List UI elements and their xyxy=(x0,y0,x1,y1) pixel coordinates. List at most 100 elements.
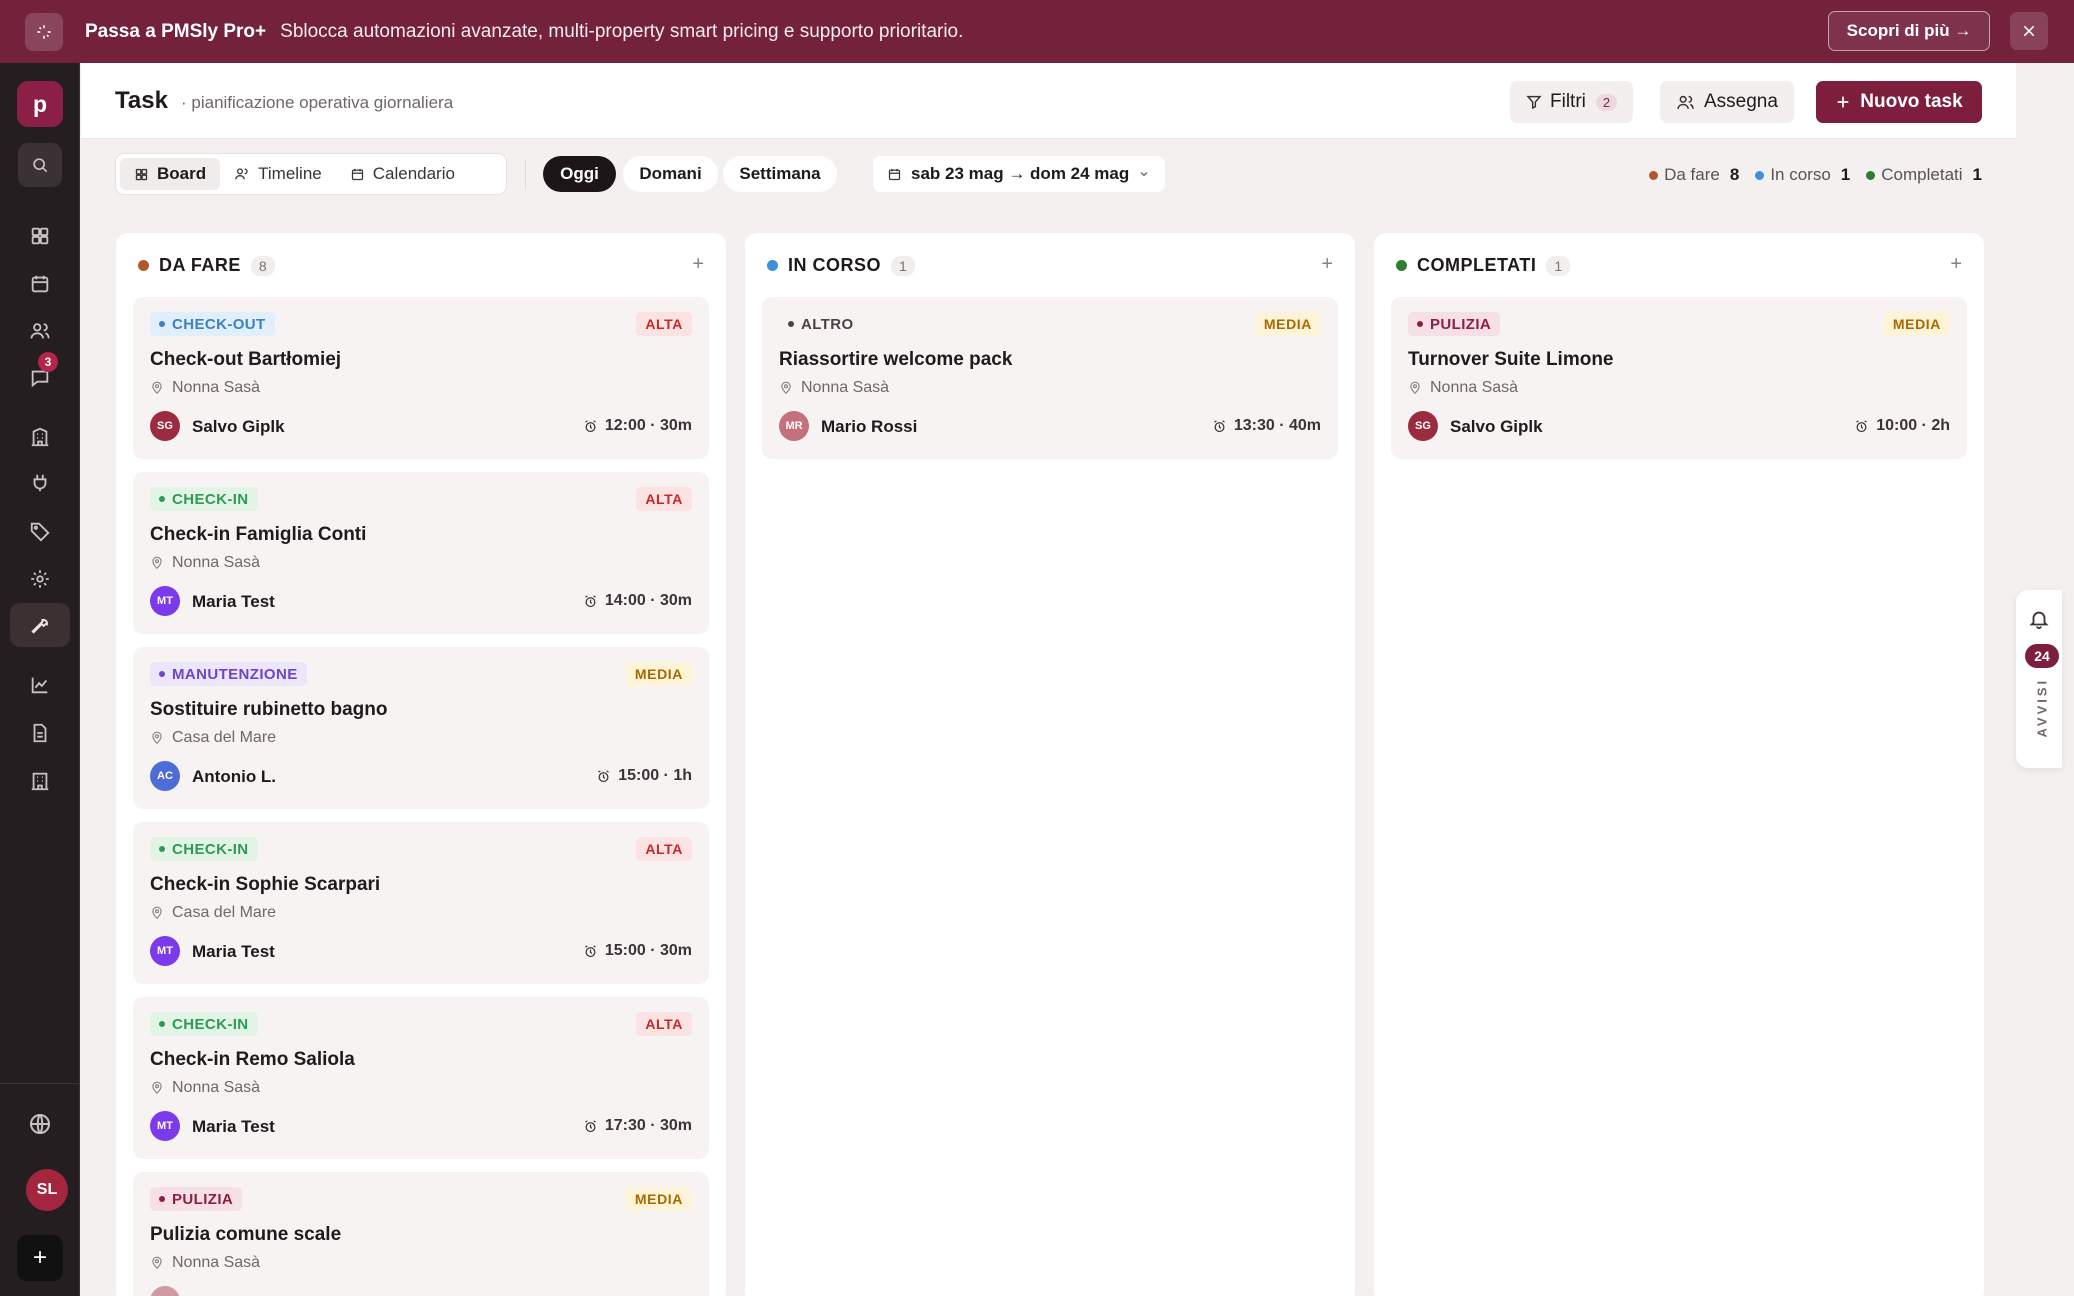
kanban-column: IN CORSO 1 + ALTRO MEDIA Riassortire welcome … xyxy=(745,233,1355,1296)
task-card[interactable]: PULIZIA MEDIA Turnover Suite Limone Nonna S… xyxy=(1391,297,1967,459)
sidebar-item-reports[interactable] xyxy=(18,663,62,707)
assignee-name: Salvo Giplk xyxy=(1450,417,1543,436)
column-header: IN CORSO 1 xyxy=(767,255,915,276)
user-avatar[interactable]: SL xyxy=(26,1169,68,1211)
task-location: Casa del Mare xyxy=(150,904,276,922)
legend-count: 1 xyxy=(1840,165,1851,184)
sidebar-item-pricing[interactable] xyxy=(18,509,62,553)
task-time-label: 14:00 · 30m xyxy=(604,592,692,609)
task-card[interactable]: CHECK-IN ALTA Check-in Sophie Scarpari Casa… xyxy=(133,822,709,984)
legend-label: In corso xyxy=(1770,165,1831,184)
task-card[interactable]: CHECK-IN ALTA Check-in Remo Saliola Nonna S… xyxy=(133,997,709,1159)
close-banner-button[interactable] xyxy=(2010,12,2048,50)
assignee-name: Salvo Giplk xyxy=(192,417,285,436)
new-task-button[interactable]: Nuovo task xyxy=(1816,81,1982,123)
task-type-tag: ALTRO xyxy=(779,312,863,336)
task-title: Check-in Famiglia Conti xyxy=(150,524,367,545)
search-button[interactable] xyxy=(18,143,62,187)
column-title: DA FARE xyxy=(159,255,241,275)
tag-icon xyxy=(30,522,50,542)
page-header: Task · pianificazione operativa giornali… xyxy=(81,63,2016,139)
location-pin-icon xyxy=(152,556,162,570)
tab-timeline[interactable]: Timeline xyxy=(220,158,336,190)
discover-more-button[interactable]: Scopri di più → xyxy=(1828,11,1990,51)
alarm-clock-icon xyxy=(584,944,596,957)
filters-label: Filtri xyxy=(1550,91,1586,112)
column-title: IN CORSO xyxy=(788,255,882,275)
column-title: COMPLETATI xyxy=(1417,255,1537,275)
location-pin-icon xyxy=(152,1256,162,1270)
sidebar-item-properties[interactable] xyxy=(18,415,62,459)
task-card[interactable]: PULIZIA MEDIA Pulizia comune scale Nonna Sa… xyxy=(133,1172,709,1296)
column-count: 1 xyxy=(1546,255,1571,276)
sidebar-item-settings[interactable] xyxy=(18,557,62,601)
assignee-name: Maria Test xyxy=(192,592,275,611)
task-card[interactable]: MANUTENZIONE MEDIA Sostituire rubinetto ba… xyxy=(133,647,709,809)
sidebar-item-guests[interactable] xyxy=(18,309,62,353)
priority-badge: ALTA xyxy=(636,1012,692,1036)
users-icon xyxy=(1677,95,1694,109)
period-week[interactable]: Settimana xyxy=(723,156,837,192)
kanban-column: COMPLETATI 1 + PULIZIA MEDIA Turnover Suite L… xyxy=(1374,233,1984,1296)
grid-icon xyxy=(31,227,49,245)
alarm-clock-icon xyxy=(584,419,596,432)
sidebar-item-messages[interactable]: 3 xyxy=(18,352,62,400)
sidebar-item-integrations[interactable] xyxy=(18,461,62,505)
task-time: 10:00 · 2h xyxy=(1854,417,1950,435)
banner-title: Passa a PMSly Pro+ xyxy=(85,20,267,42)
location-pin-icon xyxy=(152,1081,162,1095)
task-location-label: Nonna Sasà xyxy=(801,379,890,396)
task-type-label: PULIZIA xyxy=(172,1190,234,1208)
upgrade-banner: Passa a PMSly Pro+ Sblocca automazioni a… xyxy=(0,0,2074,63)
task-time-label: 15:00 · 1h xyxy=(618,767,692,784)
tag-dot xyxy=(159,496,165,502)
column-add-button[interactable]: + xyxy=(1950,253,1962,276)
status-legend: Da fare 8 In corso 1 Completati 1 xyxy=(1649,165,1982,185)
task-title: Riassortire welcome pack xyxy=(779,349,1013,370)
app-logo[interactable]: p xyxy=(17,81,63,127)
sidebar-item-calendar[interactable] xyxy=(18,262,62,306)
gear-icon xyxy=(31,570,49,588)
column-add-button[interactable]: + xyxy=(692,253,704,276)
location-pin-icon xyxy=(152,731,162,745)
task-time-label: 17:30 · 30m xyxy=(604,1117,692,1134)
notifications-tab[interactable]: 24 AVVISI xyxy=(2016,590,2062,768)
task-location: Nonna Sasà xyxy=(150,1079,260,1097)
view-switcher: Board Timeline Calendario xyxy=(115,153,507,195)
tag-dot xyxy=(788,321,794,327)
column-add-button[interactable]: + xyxy=(1321,253,1333,276)
tab-calendar[interactable]: Calendario xyxy=(336,158,469,190)
filters-count: 2 xyxy=(1595,93,1618,111)
task-card[interactable]: CHECK-OUT ALTA Check-out Bartłomiej Nonna S… xyxy=(133,297,709,459)
column-header: DA FARE 8 xyxy=(138,255,275,276)
tab-board[interactable]: Board xyxy=(120,158,221,190)
sidebar-item-accommodations[interactable] xyxy=(18,759,62,803)
period-tomorrow[interactable]: Domani xyxy=(623,156,718,192)
tag-dot xyxy=(159,846,165,852)
task-location-label: Nonna Sasà xyxy=(172,554,261,571)
assign-button[interactable]: Assegna xyxy=(1660,81,1794,123)
period-today[interactable]: Oggi xyxy=(543,156,616,192)
sidebar-item-dashboard[interactable] xyxy=(18,214,62,258)
task-card[interactable]: CHECK-IN ALTA Check-in Famiglia Conti Nonna… xyxy=(133,472,709,634)
tab-board-label: Board xyxy=(157,164,207,183)
task-card[interactable]: ALTRO MEDIA Riassortire welcome pack Nonna … xyxy=(762,297,1338,459)
calendar-icon xyxy=(351,168,363,180)
sidebar-item-documents[interactable] xyxy=(18,711,62,755)
task-time: 15:00 · 30m xyxy=(583,942,692,960)
quick-add-button[interactable]: + xyxy=(17,1235,63,1281)
location-pin-icon xyxy=(152,906,162,920)
filters-button[interactable]: Filtri 2 xyxy=(1510,81,1634,123)
priority-badge: ALTA xyxy=(636,487,692,511)
column-count: 8 xyxy=(250,255,275,276)
tab-calendar-label: Calendario xyxy=(372,164,455,183)
task-type-label: CHECK-IN xyxy=(172,1015,249,1033)
sidebar-item-tasks[interactable] xyxy=(10,603,70,647)
sidebar-item-language[interactable] xyxy=(18,1102,62,1146)
task-time: 12:00 · 30m xyxy=(583,417,692,435)
assignee-avatar: SG xyxy=(150,411,180,441)
globe-icon xyxy=(30,1114,50,1134)
date-range-picker[interactable]: sab 23 mag → dom 24 mag xyxy=(873,156,1165,192)
column-header: COMPLETATI 1 xyxy=(1396,255,1571,276)
assign-label: Assegna xyxy=(1704,91,1778,112)
